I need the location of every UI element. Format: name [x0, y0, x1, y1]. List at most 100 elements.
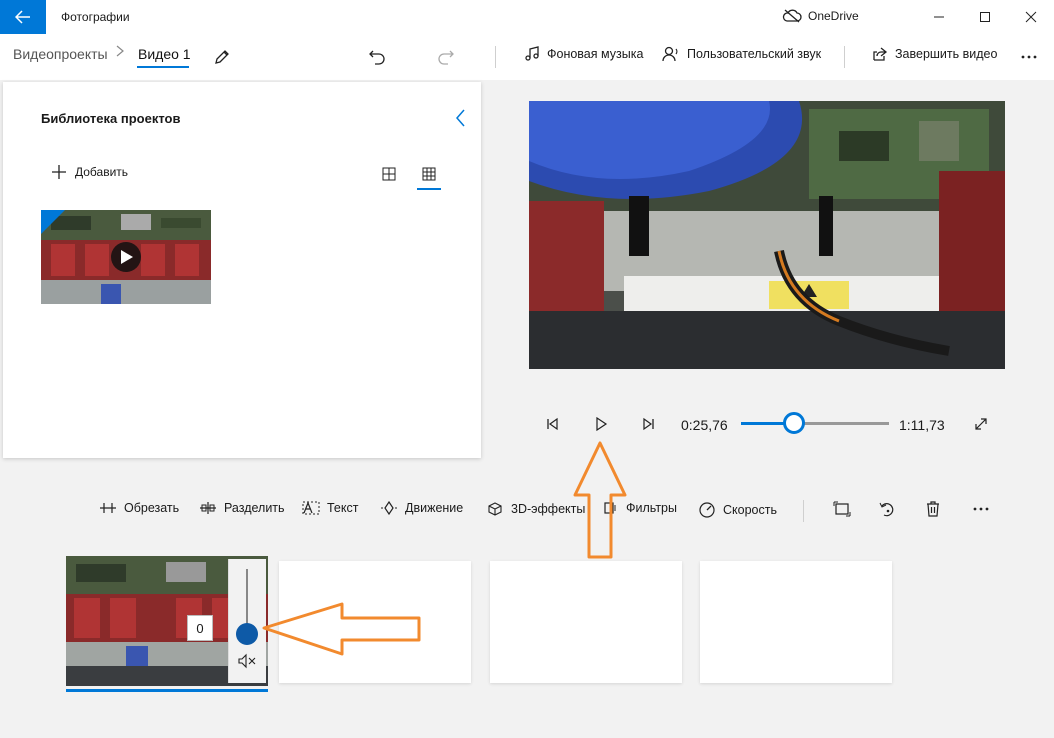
- server-fans-preview-image: [529, 101, 1005, 369]
- grid-small-icon: [422, 167, 436, 181]
- rotate-button[interactable]: [874, 496, 900, 522]
- trash-icon: [927, 501, 939, 517]
- toolbar-divider: [495, 46, 496, 68]
- trim-button[interactable]: Обрезать: [99, 501, 179, 515]
- close-icon: [1025, 11, 1037, 23]
- maximize-icon: [980, 12, 990, 22]
- speedometer-icon: [699, 502, 715, 518]
- library-title: Библиотека проектов: [41, 111, 181, 126]
- arrow-left-icon: [15, 10, 30, 24]
- grid-large-icon: [382, 167, 396, 181]
- pencil-icon: [215, 50, 229, 64]
- undo-icon: [369, 50, 385, 65]
- more-options-button[interactable]: [1015, 43, 1043, 71]
- back-button[interactable]: [0, 0, 46, 34]
- large-grid-view-button[interactable]: [377, 162, 401, 186]
- maximize-button[interactable]: [962, 0, 1008, 34]
- command-bar: Видеопроекты Видео 1 Фоновая музыка Поль…: [0, 34, 1054, 80]
- seek-bar[interactable]: [741, 422, 889, 425]
- project-library-panel: Библиотека проектов Добавить: [3, 82, 481, 458]
- play-icon: [596, 417, 608, 431]
- storyboard: Обрезать Разделить Текст Движение 3D-эфф…: [0, 481, 1054, 738]
- finish-video-label: Завершить видео: [895, 47, 998, 61]
- fullscreen-button[interactable]: [969, 412, 993, 436]
- previous-frame-button[interactable]: [540, 412, 564, 436]
- 3d-effects-label: 3D-эффекты: [511, 502, 586, 516]
- custom-audio-button[interactable]: Пользовательский звук: [662, 46, 821, 62]
- volume-slider-thumb[interactable]: [236, 623, 258, 645]
- text-label: Текст: [327, 501, 359, 515]
- split-icon: [200, 502, 216, 514]
- library-video-thumbnail[interactable]: [41, 210, 211, 304]
- trim-icon: [100, 503, 116, 513]
- custom-audio-label: Пользовательский звук: [687, 47, 822, 61]
- toolbar-divider: [803, 500, 804, 522]
- motion-button[interactable]: Движение: [380, 501, 463, 515]
- mute-button[interactable]: [236, 650, 258, 672]
- chevron-right-icon: [115, 44, 125, 61]
- storyboard-empty-card[interactable]: [700, 561, 892, 683]
- speaker-muted-icon: [238, 653, 256, 669]
- text-icon: [302, 501, 320, 515]
- finish-video-button[interactable]: Завершить видео: [872, 46, 997, 62]
- breadcrumb-current: Видео 1: [138, 46, 191, 62]
- onedrive-label: OneDrive: [808, 9, 859, 23]
- volume-slider-track[interactable]: [246, 569, 248, 627]
- storyboard-empty-card[interactable]: [490, 561, 682, 683]
- rotate-icon: [879, 502, 894, 517]
- expand-icon: [975, 418, 987, 430]
- speed-button[interactable]: Скорость: [698, 501, 777, 519]
- minimize-button[interactable]: [916, 0, 962, 34]
- filters-icon: [604, 502, 616, 514]
- delete-button[interactable]: [920, 496, 946, 522]
- rename-button[interactable]: [208, 43, 236, 71]
- split-label: Разделить: [224, 501, 285, 515]
- small-grid-view-button[interactable]: [417, 162, 441, 186]
- breadcrumb-parent[interactable]: Видеопроекты: [13, 46, 108, 62]
- more-icon: [1021, 55, 1037, 59]
- seek-thumb[interactable]: [783, 412, 806, 434]
- filters-button[interactable]: Фильтры: [603, 501, 677, 515]
- speed-label: Скорость: [723, 503, 777, 517]
- storyboard-more-button[interactable]: [968, 496, 994, 522]
- minimize-icon: [934, 16, 944, 18]
- plus-icon: [52, 165, 66, 179]
- resize-frame-icon: [833, 501, 851, 517]
- resize-button[interactable]: [829, 496, 855, 522]
- close-button[interactable]: [1008, 0, 1054, 34]
- undo-button[interactable]: [363, 43, 391, 71]
- cloud-offline-icon: [782, 9, 802, 23]
- collapse-library-button[interactable]: [453, 107, 469, 129]
- current-time: 0:25,76: [681, 417, 728, 433]
- background-music-button[interactable]: Фоновая музыка: [524, 46, 643, 62]
- play-button[interactable]: [589, 412, 613, 436]
- redo-button[interactable]: [432, 43, 460, 71]
- 3d-effects-icon: [488, 502, 502, 516]
- filters-label: Фильтры: [626, 501, 677, 515]
- onedrive-status[interactable]: OneDrive: [782, 9, 859, 23]
- chevron-left-icon: [456, 109, 465, 127]
- person-voice-icon: [662, 46, 678, 62]
- step-forward-icon: [643, 417, 654, 431]
- view-mode-indicator: [417, 188, 441, 190]
- split-button[interactable]: Разделить: [199, 501, 285, 515]
- music-note-icon: [525, 46, 539, 61]
- storyboard-empty-card[interactable]: [279, 561, 471, 683]
- motion-icon: [381, 501, 397, 515]
- total-duration: 1:11,73: [899, 417, 945, 433]
- step-back-icon: [547, 417, 558, 431]
- more-icon: [973, 507, 989, 511]
- background-music-label: Фоновая музыка: [547, 47, 644, 61]
- title-bar: Фотографии OneDrive: [0, 0, 1054, 34]
- add-media-label: Добавить: [75, 165, 129, 179]
- share-export-icon: [873, 47, 888, 61]
- text-button[interactable]: Текст: [302, 501, 358, 515]
- app-title: Фотографии: [61, 10, 130, 24]
- clip-selection-indicator: [66, 689, 268, 692]
- add-media-button[interactable]: Добавить: [51, 164, 128, 180]
- next-frame-button[interactable]: [637, 412, 661, 436]
- video-preview[interactable]: [529, 101, 1005, 369]
- server-video-thumbnail-image: [41, 210, 211, 304]
- volume-value-tooltip: 0: [187, 615, 213, 641]
- 3d-effects-button[interactable]: 3D-эффекты: [486, 501, 585, 517]
